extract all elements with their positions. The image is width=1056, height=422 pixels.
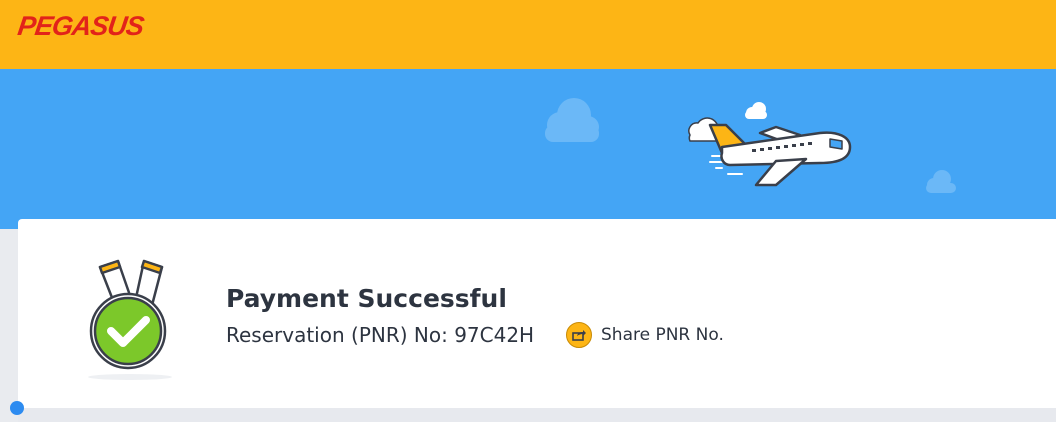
share-pnr-label: Share PNR No. bbox=[601, 325, 724, 345]
payment-confirmation-card: Payment Successful Reservation (PNR) No:… bbox=[18, 219, 1056, 408]
share-icon bbox=[566, 322, 592, 348]
hero-banner bbox=[0, 69, 1056, 229]
success-medal-icon bbox=[88, 259, 172, 380]
progress-dot bbox=[10, 401, 24, 415]
cloud-icon bbox=[545, 98, 599, 142]
payment-status-title: Payment Successful bbox=[226, 284, 507, 313]
pnr-line: Reservation (PNR) No: 97C42H bbox=[226, 323, 534, 347]
card-bottom-edge bbox=[18, 408, 1056, 422]
airplane-icon bbox=[708, 123, 852, 187]
pnr-value: 97C42H bbox=[454, 323, 535, 347]
pegasus-logo[interactable]: PEGASUS bbox=[16, 11, 145, 42]
cloud-icon bbox=[745, 102, 767, 119]
pnr-label: Reservation (PNR) No: bbox=[226, 323, 448, 347]
share-pnr-button[interactable]: Share PNR No. bbox=[566, 322, 724, 348]
top-header-bar: PEGASUS bbox=[0, 0, 1056, 69]
hero-illustration bbox=[545, 98, 956, 193]
cloud-icon bbox=[926, 170, 956, 193]
